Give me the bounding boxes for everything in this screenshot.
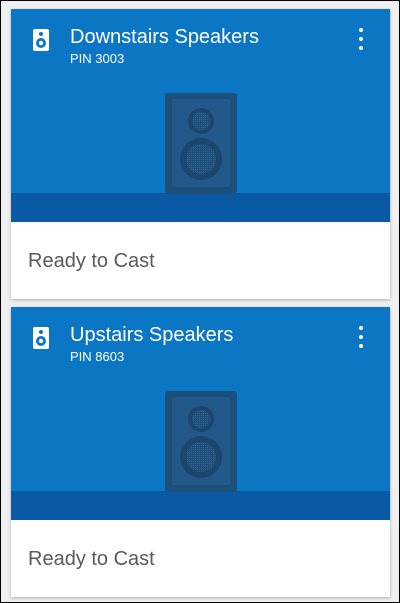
device-status: Ready to Cast xyxy=(28,548,155,570)
device-status: Ready to Cast xyxy=(28,250,155,272)
device-card-downstairs[interactable]: Downstairs Speakers PIN 3003 Ready to Ca… xyxy=(11,9,390,299)
device-name: Downstairs Speakers xyxy=(70,26,259,48)
device-pin: PIN 3003 xyxy=(70,51,125,66)
device-pin: PIN 8603 xyxy=(70,349,125,364)
more-vert-icon[interactable] xyxy=(349,25,373,53)
device-card-upstairs[interactable]: Upstairs Speakers PIN 8603 Ready to Cast xyxy=(11,307,390,597)
hero-floor xyxy=(11,193,390,222)
device-list: Downstairs Speakers PIN 3003 Ready to Ca… xyxy=(0,0,400,603)
speaker-illustration xyxy=(165,391,237,492)
more-vert-icon[interactable] xyxy=(349,323,373,351)
speaker-icon xyxy=(33,29,49,51)
device-name: Upstairs Speakers xyxy=(70,324,234,346)
speaker-illustration xyxy=(165,93,237,194)
hero-floor xyxy=(11,491,390,520)
speaker-icon xyxy=(33,327,49,349)
device-hero: Upstairs Speakers PIN 8603 xyxy=(11,307,390,520)
device-hero: Downstairs Speakers PIN 3003 xyxy=(11,9,390,222)
